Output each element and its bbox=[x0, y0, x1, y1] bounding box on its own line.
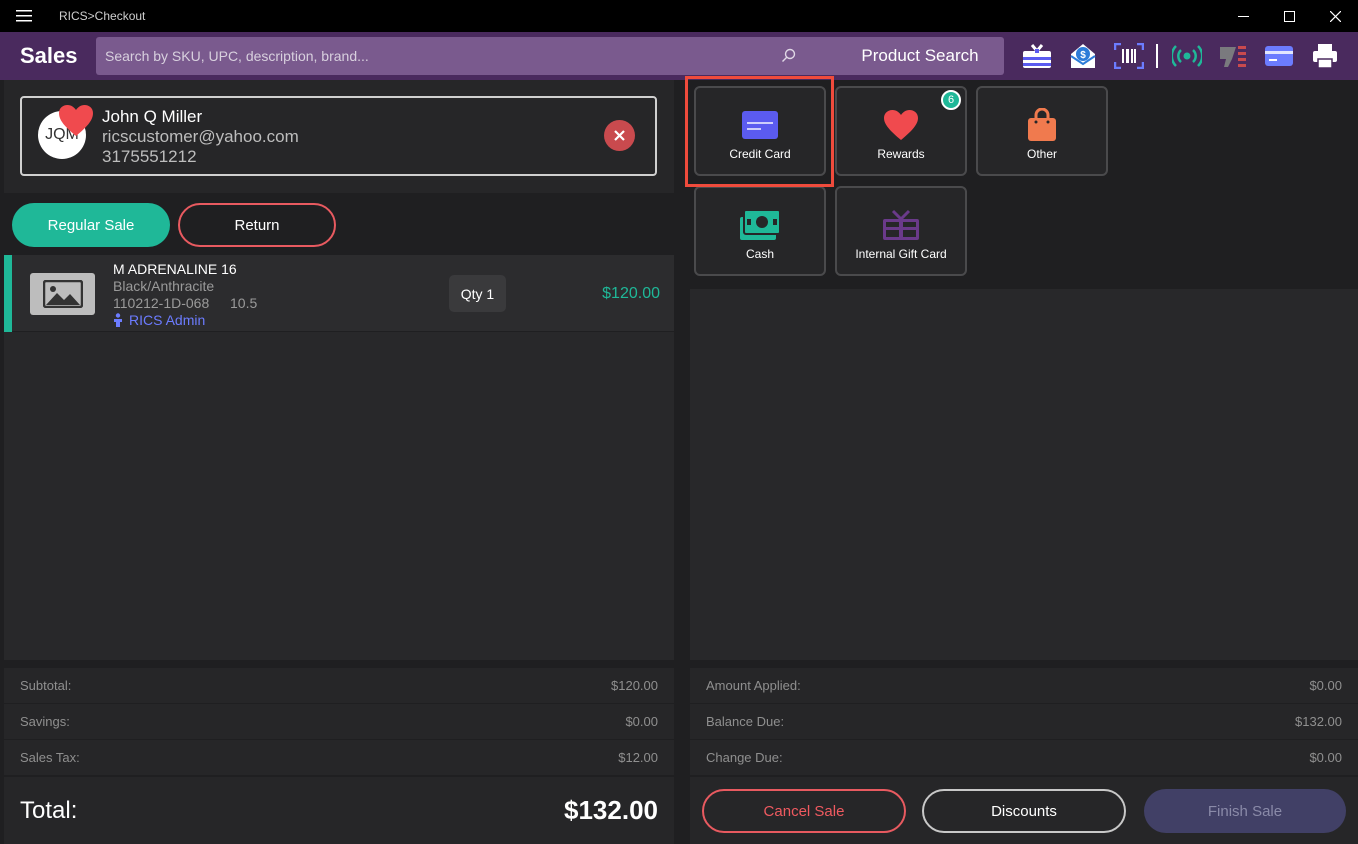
search-bar: Product Search bbox=[96, 37, 1004, 75]
tender-label: Other bbox=[1026, 147, 1057, 161]
list-item[interactable]: M ADRENALINE 16 Black/Anthracite 110212-… bbox=[4, 255, 674, 332]
customer-phone: 3175551212 bbox=[102, 147, 197, 166]
item-associate[interactable]: RICS Admin bbox=[113, 312, 205, 328]
associate-name: RICS Admin bbox=[129, 312, 206, 328]
amount-applied-label: Amount Applied: bbox=[706, 678, 801, 693]
balance-due-label: Balance Due: bbox=[706, 714, 785, 729]
customer-email: ricscustomer@yahoo.com bbox=[102, 127, 299, 146]
heart-icon bbox=[884, 110, 918, 140]
wireless-signal-icon[interactable] bbox=[1170, 40, 1204, 72]
item-selected-indicator bbox=[4, 255, 12, 332]
tax-label: Sales Tax: bbox=[20, 750, 80, 765]
customer-name: John Q Miller bbox=[102, 107, 203, 126]
subtotal-label: Subtotal: bbox=[20, 678, 72, 693]
subtotal-value: $120.00 bbox=[611, 678, 658, 693]
quantity-button[interactable]: Qty 1 bbox=[449, 275, 506, 312]
amount-applied-row: Amount Applied: $0.00 bbox=[690, 668, 1358, 703]
rewards-count-badge: 6 bbox=[941, 90, 961, 110]
regular-sale-button[interactable]: Regular Sale bbox=[12, 203, 170, 247]
gift-card-icon bbox=[883, 209, 919, 240]
window-titlebar: RICS>Checkout bbox=[0, 0, 1358, 32]
savings-row: Savings: $0.00 bbox=[4, 704, 674, 739]
item-price: $120.00 bbox=[602, 285, 660, 302]
item-size: 10.5 bbox=[230, 295, 258, 311]
printer-icon[interactable] bbox=[1308, 40, 1342, 72]
total-label: Total: bbox=[20, 796, 78, 824]
balance-due-row: Balance Due: $132.00 bbox=[690, 704, 1358, 739]
header-divider bbox=[1156, 44, 1158, 68]
tender-label: Internal Gift Card bbox=[855, 247, 947, 261]
product-search-button[interactable]: Product Search bbox=[836, 37, 1004, 75]
item-color: Black/Anthracite bbox=[113, 278, 215, 294]
page-title: Sales bbox=[20, 43, 78, 68]
item-name: M ADRENALINE 16 bbox=[113, 261, 237, 277]
tender-label: Cash bbox=[745, 247, 774, 261]
person-icon bbox=[114, 313, 122, 327]
hamburger-menu-icon[interactable] bbox=[0, 0, 48, 32]
change-due-label: Change Due: bbox=[706, 750, 783, 765]
search-icon[interactable] bbox=[780, 47, 798, 65]
tax-value: $12.00 bbox=[618, 750, 658, 765]
subtotal-row: Subtotal: $120.00 bbox=[4, 668, 674, 703]
tender-cash[interactable]: Cash bbox=[694, 186, 826, 276]
credit-card-highlight bbox=[685, 76, 834, 187]
window-title: RICS>Checkout bbox=[59, 9, 146, 23]
credit-card-reader-icon[interactable] bbox=[1262, 40, 1296, 72]
return-button[interactable]: Return bbox=[178, 203, 336, 247]
customer-section: JQM John Q Miller ricscustomer@yahoo.com… bbox=[4, 80, 674, 193]
item-sku: 110212-1D-068 bbox=[113, 295, 210, 311]
email-receipt-icon[interactable]: $ bbox=[1066, 40, 1100, 72]
savings-value: $0.00 bbox=[625, 714, 658, 729]
savings-label: Savings: bbox=[20, 714, 70, 729]
image-placeholder-icon bbox=[30, 273, 95, 315]
heart-icon bbox=[59, 105, 93, 136]
tender-internal-gift-card[interactable]: Internal Gift Card bbox=[835, 186, 967, 276]
customer-card[interactable]: JQM John Q Miller ricscustomer@yahoo.com… bbox=[20, 96, 657, 176]
close-icon bbox=[614, 130, 625, 141]
tender-detail-panel bbox=[690, 289, 1358, 660]
total-value: $132.00 bbox=[564, 795, 658, 825]
shopping-bag-icon bbox=[1028, 108, 1056, 141]
minimize-button[interactable] bbox=[1220, 0, 1266, 32]
search-input[interactable] bbox=[105, 48, 765, 64]
amount-applied-value: $0.00 bbox=[1309, 678, 1342, 693]
svg-text:$: $ bbox=[1080, 50, 1086, 61]
finish-sale-button[interactable]: Finish Sale bbox=[1144, 789, 1346, 833]
total-row: Total: $132.00 bbox=[4, 777, 674, 844]
app-header: Sales Product Search $ bbox=[0, 32, 1358, 80]
change-due-row: Change Due: $0.00 bbox=[690, 740, 1358, 775]
remove-customer-button[interactable] bbox=[604, 120, 635, 151]
line-items-list: M ADRENALINE 16 Black/Anthracite 110212-… bbox=[4, 255, 674, 660]
maximize-button[interactable] bbox=[1266, 0, 1312, 32]
balance-due-value: $132.00 bbox=[1295, 714, 1342, 729]
pin-pad-icon[interactable] bbox=[1216, 40, 1250, 72]
discounts-button[interactable]: Discounts bbox=[922, 789, 1126, 833]
gift-receipt-icon[interactable] bbox=[1020, 40, 1054, 72]
barcode-scan-icon[interactable] bbox=[1112, 40, 1146, 72]
close-window-button[interactable] bbox=[1312, 0, 1358, 32]
tender-label: Rewards bbox=[877, 147, 925, 161]
tender-other[interactable]: Other bbox=[976, 86, 1108, 176]
tax-row: Sales Tax: $12.00 bbox=[4, 740, 674, 775]
change-due-value: $0.00 bbox=[1309, 750, 1342, 765]
cancel-sale-button[interactable]: Cancel Sale bbox=[702, 789, 906, 833]
tender-rewards[interactable]: Rewards 6 bbox=[835, 86, 967, 176]
cash-icon bbox=[740, 209, 781, 240]
